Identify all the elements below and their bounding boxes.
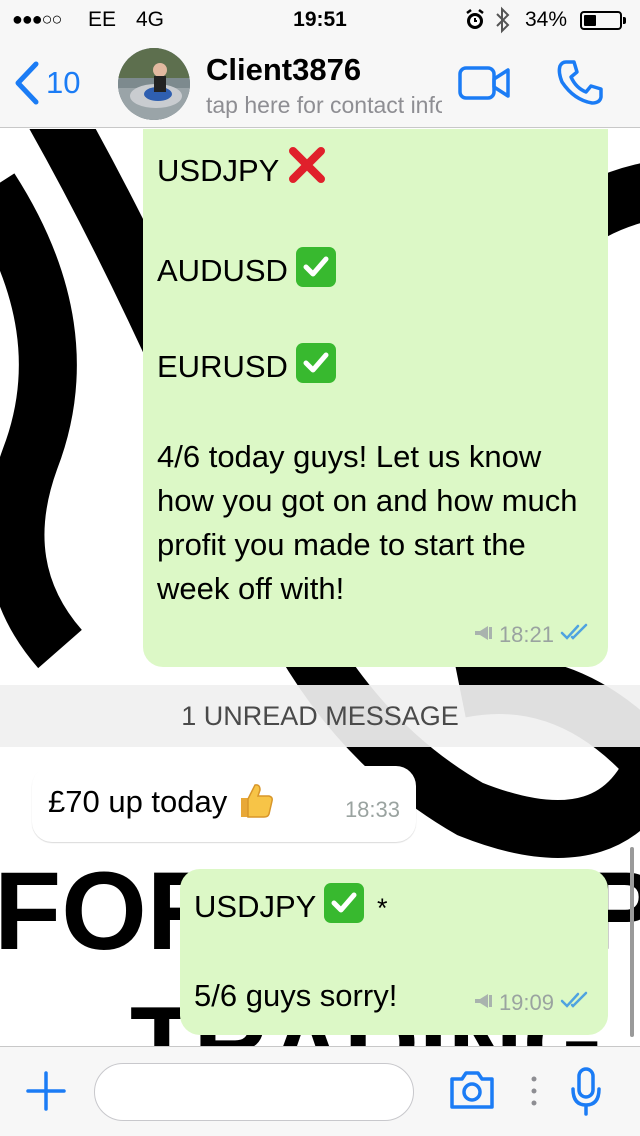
alarm-icon: [464, 8, 486, 38]
attach-button[interactable]: [26, 1071, 66, 1116]
bluetooth-icon: [494, 6, 512, 40]
chat-area[interactable]: FOREX P TRADING USDJPY AUDUSD EURUSD 4/6…: [0, 129, 640, 1046]
message-line: USDJPY: [157, 145, 592, 197]
check-mark-icon: [324, 883, 365, 923]
input-bar: [0, 1046, 640, 1136]
camera-icon: [450, 1071, 494, 1109]
check-mark-icon: [295, 247, 336, 287]
broadcast-icon: [473, 981, 493, 1025]
contact-name[interactable]: Client3876: [206, 52, 361, 88]
message-text: £70 up today: [48, 784, 228, 819]
voice-message-button[interactable]: [570, 1067, 602, 1122]
message-line: EURUSD: [157, 343, 592, 389]
battery-icon: [580, 11, 626, 30]
contact-subtitle[interactable]: tap here for contact info: [206, 92, 442, 119]
message-line: USDJPY *: [194, 883, 592, 930]
microphone-icon: [571, 1067, 601, 1116]
back-chevron-icon: [15, 61, 39, 105]
back-unread-count: 10: [46, 65, 81, 100]
pair-eurusd: EURUSD: [157, 349, 288, 384]
outgoing-message[interactable]: USDJPY AUDUSD EURUSD 4/6 today guys! Let…: [143, 129, 608, 667]
incoming-message[interactable]: £70 up today 18:33: [32, 766, 416, 842]
outgoing-message[interactable]: USDJPY * 5/6 guys sorry! 19:09: [180, 869, 608, 1035]
message-time: 18:21: [498, 622, 554, 647]
message-time: 18:33: [344, 797, 400, 822]
message-time: 19:09: [498, 990, 554, 1015]
pair-usdjpy: USDJPY: [157, 153, 280, 188]
voice-call-button[interactable]: [556, 58, 604, 111]
camera-button[interactable]: [448, 1069, 496, 1116]
unread-separator: 1 UNREAD MESSAGE: [0, 685, 640, 747]
message-text: 4/6 today guys! Let us know how you got …: [157, 439, 578, 606]
correction-mark: *: [376, 893, 388, 923]
phone-icon: [557, 60, 603, 105]
avatar[interactable]: [118, 48, 190, 120]
double-tick-icon: [560, 613, 592, 657]
plus-icon: [26, 1071, 66, 1111]
double-tick-icon: [560, 981, 592, 1025]
more-options-icon: [530, 1073, 538, 1114]
scrollbar[interactable]: [630, 847, 634, 1037]
battery-percent: 34%: [525, 8, 568, 31]
broadcast-icon: [473, 613, 493, 657]
video-call-icon: [458, 66, 510, 100]
cross-mark-icon: [287, 145, 327, 197]
check-mark-icon: [295, 343, 336, 383]
thumbs-up-icon: [235, 780, 275, 832]
battery-fill: [584, 15, 596, 26]
back-button[interactable]: 10: [14, 60, 80, 106]
message-meta: 18:33: [345, 788, 400, 832]
message-input[interactable]: [94, 1063, 414, 1121]
message-meta: 18:21: [473, 613, 592, 657]
message-meta: 19:09: [473, 981, 592, 1025]
status-bar: ●●●○○ EE 4G 19:51 34%: [0, 0, 640, 40]
unread-label: 1 UNREAD MESSAGE: [181, 700, 459, 731]
message-line: AUDUSD: [157, 247, 592, 293]
video-call-button[interactable]: [458, 64, 512, 107]
chat-header: 10 Client3876 tap here for contact info: [0, 40, 640, 128]
pair-audusd: AUDUSD: [157, 253, 288, 288]
pair-usdjpy: USDJPY: [194, 889, 317, 924]
